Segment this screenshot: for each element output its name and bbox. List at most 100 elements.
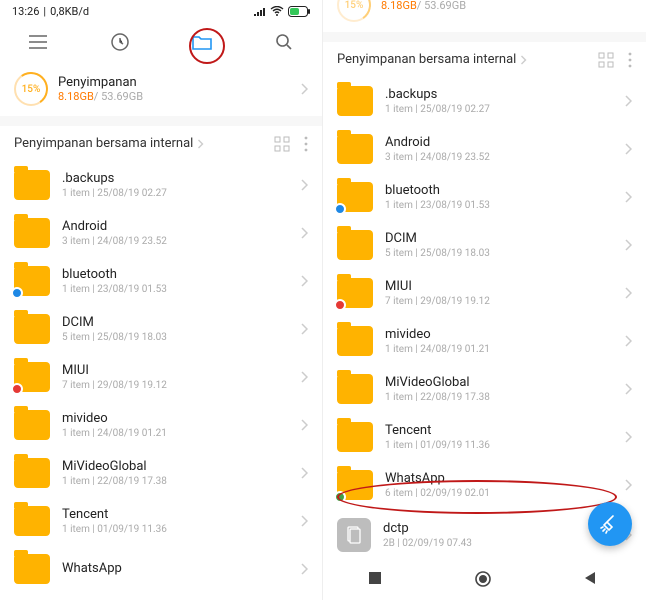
folder-row[interactable]: mivideo1 item | 24/08/19 01.21 — [0, 401, 322, 449]
folder-row[interactable]: DCIM5 item | 25/08/19 18.03 — [323, 221, 646, 269]
folder-name: DCIM — [385, 231, 490, 246]
clean-fab[interactable] — [588, 502, 632, 546]
chevron-right-icon — [300, 323, 308, 335]
folder-badge — [11, 383, 23, 395]
storage-row-partial[interactable]: 15% 8.18GB/ 53.69GB — [323, 0, 646, 32]
recents-button[interactable] — [367, 570, 387, 590]
storage-ring-icon: 15% — [337, 0, 371, 22]
folder-row[interactable]: MIUI7 item | 29/08/19 19.12 — [323, 269, 646, 317]
folder-badge — [334, 299, 346, 311]
folder-icon — [14, 554, 50, 584]
chevron-right-icon — [624, 191, 632, 203]
spacer — [323, 32, 646, 42]
folder-icon — [14, 458, 50, 488]
recent-icon[interactable] — [110, 32, 130, 52]
folder-row[interactable]: bluetooth1 item | 23/08/19 01.53 — [323, 173, 646, 221]
search-icon[interactable] — [274, 32, 294, 52]
chevron-right-icon — [624, 287, 632, 299]
folder-meta: 1 item | 01/09/19 11.36 — [385, 440, 490, 451]
folder-row[interactable]: .backups 1 item | 25/08/19 02.27 — [0, 161, 322, 209]
folder-row[interactable]: bluetooth 1 item | 23/08/19 01.53 — [0, 257, 322, 305]
more-icon[interactable] — [628, 52, 632, 68]
folder-row[interactable]: Tencent 1 item | 01/09/19 11.36 — [323, 413, 646, 461]
folder-icon — [337, 470, 373, 500]
folder-name: WhatsApp — [385, 471, 490, 486]
folder-icon — [337, 182, 373, 212]
home-button[interactable] — [474, 570, 494, 590]
status-icons — [254, 6, 310, 17]
folder-list: .backups 1 item | 25/08/19 02.27 Android 3 … — [0, 161, 322, 593]
folder-name: .backups — [385, 87, 490, 102]
folder-name: MiVideoGlobal — [62, 459, 167, 474]
folder-row[interactable]: Android 3 item | 24/08/19 23.52 — [323, 125, 646, 173]
wifi-icon — [270, 6, 284, 16]
folder-meta: 7 item | 29/08/19 19.12 — [62, 380, 167, 391]
top-nav — [0, 22, 322, 62]
section-header[interactable]: Penyimpanan bersama internal — [323, 42, 646, 77]
folder-row[interactable]: mivideo1 item | 24/08/19 01.21 — [323, 317, 646, 365]
folder-icon — [337, 86, 373, 116]
folder-name: Android — [62, 219, 167, 234]
chevron-right-icon — [300, 467, 308, 479]
folder-meta: 5 item | 25/08/19 18.03 — [62, 332, 167, 343]
folder-name: mivideo — [385, 327, 490, 342]
battery-icon — [288, 6, 310, 17]
folder-row[interactable]: MIUI7 item | 29/08/19 19.12 — [0, 353, 322, 401]
folder-name: .backups — [62, 171, 167, 186]
folder-name: Tencent — [385, 423, 490, 438]
grid-view-icon[interactable] — [598, 52, 614, 68]
folder-row[interactable]: WhatsApp — [0, 545, 322, 593]
folder-meta: 3 item | 24/08/19 23.52 — [62, 236, 167, 247]
folder-icon — [337, 134, 373, 164]
folder-row[interactable]: Android 3 item | 24/08/19 23.52 — [0, 209, 322, 257]
chevron-right-icon — [300, 83, 308, 95]
chevron-right-icon — [624, 239, 632, 251]
folder-row[interactable]: .backups1 item | 25/08/19 02.27 — [323, 77, 646, 125]
folder-name: bluetooth — [62, 267, 167, 282]
chevron-right-icon — [624, 431, 632, 443]
storage-row[interactable]: 15% Penyimpanan 8.18GB/ 53.69GB — [0, 62, 322, 116]
folder-row[interactable]: Tencent 1 item | 01/09/19 11.36 — [0, 497, 322, 545]
chevron-right-icon — [300, 371, 308, 383]
folder-meta: 1 item | 25/08/19 02.27 — [62, 188, 167, 199]
chevron-right-icon — [624, 335, 632, 347]
folder-badge — [11, 287, 23, 299]
folder-meta: 1 item | 01/09/19 11.36 — [62, 524, 167, 535]
spacer — [0, 116, 322, 126]
folder-list: .backups1 item | 25/08/19 02.27 Android 3 … — [323, 77, 646, 509]
section-header[interactable]: Penyimpanan bersama internal — [0, 126, 322, 161]
chevron-right-icon — [300, 179, 308, 191]
chevron-right-icon — [624, 479, 632, 491]
back-button[interactable] — [582, 570, 602, 590]
folder-row[interactable]: MiVideoGlobal1 item | 22/08/19 17.38 — [323, 365, 646, 413]
folder-icon — [14, 506, 50, 536]
screen-left: 13:26 | 0,8KB/d 15% Penyimpanan 8.18GB/ … — [0, 0, 323, 600]
folder-row[interactable]: WhatsApp 6 item | 02/09/19 02.01 — [323, 461, 646, 509]
grid-view-icon[interactable] — [274, 136, 290, 152]
file-meta: 2B | 02/09/19 07.43 — [383, 538, 472, 549]
folder-meta: 1 item | 24/08/19 01.21 — [62, 428, 167, 439]
folder-name: WhatsApp — [62, 561, 122, 576]
document-icon — [337, 518, 371, 552]
folder-icon — [14, 410, 50, 440]
status-net: 0,8KB/d — [50, 5, 89, 18]
folder-name: DCIM — [62, 315, 167, 330]
more-icon[interactable] — [304, 136, 308, 152]
folder-badge — [334, 203, 346, 215]
folder-tab-icon[interactable] — [192, 32, 212, 52]
chevron-right-icon — [624, 143, 632, 155]
chevron-right-icon — [300, 419, 308, 431]
folder-meta: 6 item | 02/09/19 02.01 — [385, 488, 490, 499]
folder-icon — [337, 278, 373, 308]
folder-name: Tencent — [62, 507, 167, 522]
folder-name: Android — [385, 135, 490, 150]
folder-row[interactable]: DCIM 5 item | 25/08/19 18.03 — [0, 305, 322, 353]
folder-row[interactable]: MiVideoGlobal1 item | 22/08/19 17.38 — [0, 449, 322, 497]
chevron-right-icon — [300, 275, 308, 287]
folder-meta: 3 item | 24/08/19 23.52 — [385, 152, 490, 163]
folder-meta: 7 item | 29/08/19 19.12 — [385, 296, 490, 307]
menu-icon[interactable] — [28, 32, 48, 52]
folder-icon — [337, 326, 373, 356]
folder-meta: 1 item | 22/08/19 17.38 — [385, 392, 490, 403]
folder-meta: 1 item | 23/08/19 01.53 — [62, 284, 167, 295]
